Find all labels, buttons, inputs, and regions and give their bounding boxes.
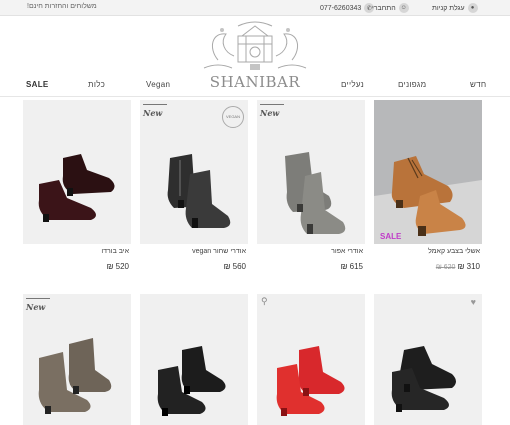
nav-shoes[interactable]: נעליים [341,80,364,89]
product-image[interactable] [23,100,131,244]
nav-divider [0,96,510,97]
person-icon: ☺ [398,3,409,13]
product-price: 615 ₪ [340,262,363,271]
shoe-photo [391,346,456,412]
shoe-photo [38,338,112,414]
shoe-photo [276,346,345,416]
old-price: 620 ₪ [435,264,456,271]
product-card[interactable]: איב בורדו 520 ₪ [23,100,131,274]
phone-link[interactable]: ✆ 077-6260343 [320,2,375,14]
current-price: 310 ₪ [457,262,480,271]
brand-name: SHANIBAR [209,73,301,91]
vegan-seal-icon: VEGAN [222,106,244,128]
nav-handbags[interactable]: מגפונים [398,80,426,89]
zoom-icon[interactable]: ⚲ [261,296,268,307]
top-utility-bar: משלוחים והחזרות חינם! ✆ 077-6260343 ☺ הת… [0,0,510,16]
new-badge: New [143,104,168,118]
product-name[interactable]: אודרי שחור vegan [192,248,246,255]
product-image[interactable] [140,294,248,425]
product-card[interactable]: ⚲ [257,294,365,425]
new-badge: New [260,104,285,118]
product-price: 310 ₪ 620 ₪ [433,262,480,271]
shoe-photo [285,152,346,234]
product-card[interactable]: New אודרי אפור 615 ₪ [257,100,365,274]
nav-new[interactable]: חדש [470,80,486,89]
shoe-photo [157,346,226,416]
nav-brides[interactable]: כלות [88,80,105,89]
product-image[interactable]: New [23,294,131,425]
heart-icon[interactable]: ♥ [471,297,476,307]
product-card[interactable]: New VEGAN אודרי שחור vegan 560 ₪ [140,100,248,274]
cart-label: עגלת קניות [432,4,465,12]
product-card[interactable]: SALE אשלי בצבע קאמל 310 ₪ 620 ₪ [374,100,482,274]
lock-icon: ● [467,3,478,13]
brand-logo[interactable]: SHANIBAR [198,20,312,92]
product-image[interactable]: SALE [374,100,482,244]
login-link[interactable]: ☺ התחברי [372,2,409,14]
product-card[interactable]: ♥ [374,294,482,425]
nav-vegan[interactable]: Vegan [146,80,170,89]
login-label: התחברי [372,4,396,12]
shoe-photo [38,154,115,222]
product-image[interactable]: New VEGAN [140,100,248,244]
product-image[interactable]: ⚲ [257,294,365,425]
product-name[interactable]: אשלי בצבע קאמל [428,248,480,255]
sale-badge: SALE [380,232,402,241]
nav-sale[interactable]: SALE [26,80,49,89]
product-image[interactable]: ♥ [374,294,482,425]
new-badge: New [26,298,51,312]
product-price: 560 ₪ [223,262,246,271]
product-name[interactable]: אודרי אפור [331,248,363,255]
phone-number: 077-6260343 [320,4,362,12]
product-price: 520 ₪ [106,262,129,271]
product-card[interactable]: New [23,294,131,425]
product-image[interactable]: New [257,100,365,244]
cart-link[interactable]: ● עגלת קניות [432,2,478,14]
free-shipping-promo: משלוחים והחזרות חינם! [27,3,97,10]
logo-emblem [203,21,307,70]
shoe-photo [374,156,482,244]
product-name[interactable]: איב בורדו [101,248,129,255]
product-card[interactable] [140,294,248,425]
